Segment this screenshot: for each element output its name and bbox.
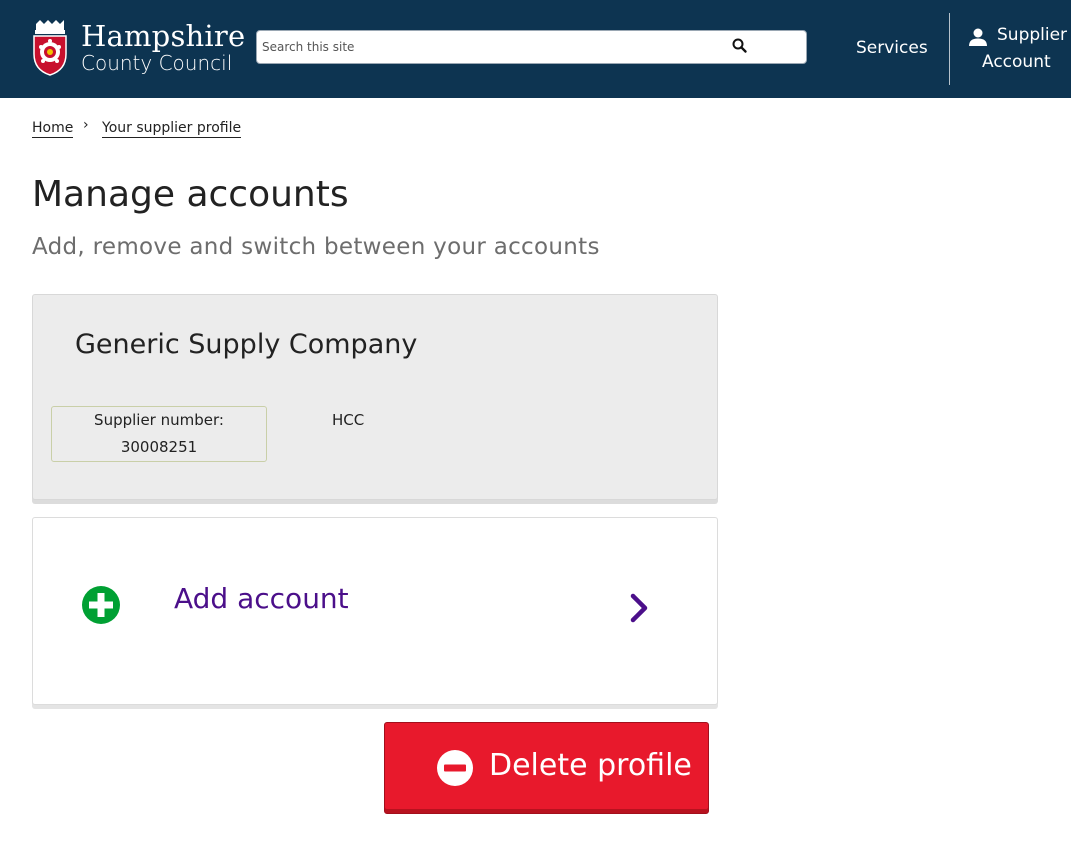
delete-profile-label: Delete profile xyxy=(489,748,692,783)
search-icon[interactable] xyxy=(731,37,749,55)
breadcrumb-supplier-profile[interactable]: Your supplier profile xyxy=(102,120,242,138)
add-account-card[interactable]: Add account xyxy=(32,517,718,705)
hampshire-logo[interactable]: Hampshire County Council xyxy=(30,18,245,78)
logo-text-hampshire: Hampshire xyxy=(81,19,246,53)
page-subtitle: Add, remove and switch between your acco… xyxy=(32,234,600,260)
supplier-account-link[interactable]: Supplier xyxy=(997,25,1067,45)
organisation-code: HCC xyxy=(332,411,365,429)
chevron-right-icon xyxy=(630,593,648,623)
chevron-right-icon: › xyxy=(83,117,89,133)
search-bar xyxy=(256,30,807,64)
supplier-number-value: 30008251 xyxy=(120,438,198,456)
add-account-label: Add account xyxy=(174,582,349,615)
services-link[interactable]: Services xyxy=(856,38,928,58)
supplier-number-box: Supplier number: 30008251 xyxy=(51,406,267,462)
breadcrumb-home[interactable]: Home xyxy=(32,120,74,138)
supplier-number-label: Supplier number: xyxy=(94,411,224,429)
search-input[interactable] xyxy=(262,37,702,57)
logo-text-county-council: County Council xyxy=(81,51,233,75)
site-header: Hampshire County Council Services Suppli… xyxy=(0,0,1071,98)
company-name: Generic Supply Company xyxy=(75,329,418,360)
plus-circle-icon xyxy=(82,586,120,624)
nav-divider xyxy=(949,13,950,85)
page-title: Manage accounts xyxy=(32,174,349,215)
user-icon[interactable] xyxy=(968,27,988,47)
hampshire-crest-icon xyxy=(33,20,67,76)
supplier-account-link-line2[interactable]: Account xyxy=(982,52,1051,72)
minus-circle-icon xyxy=(437,750,473,786)
delete-profile-button[interactable]: Delete profile xyxy=(384,722,709,814)
account-card: Generic Supply Company Supplier number: … xyxy=(32,294,718,500)
